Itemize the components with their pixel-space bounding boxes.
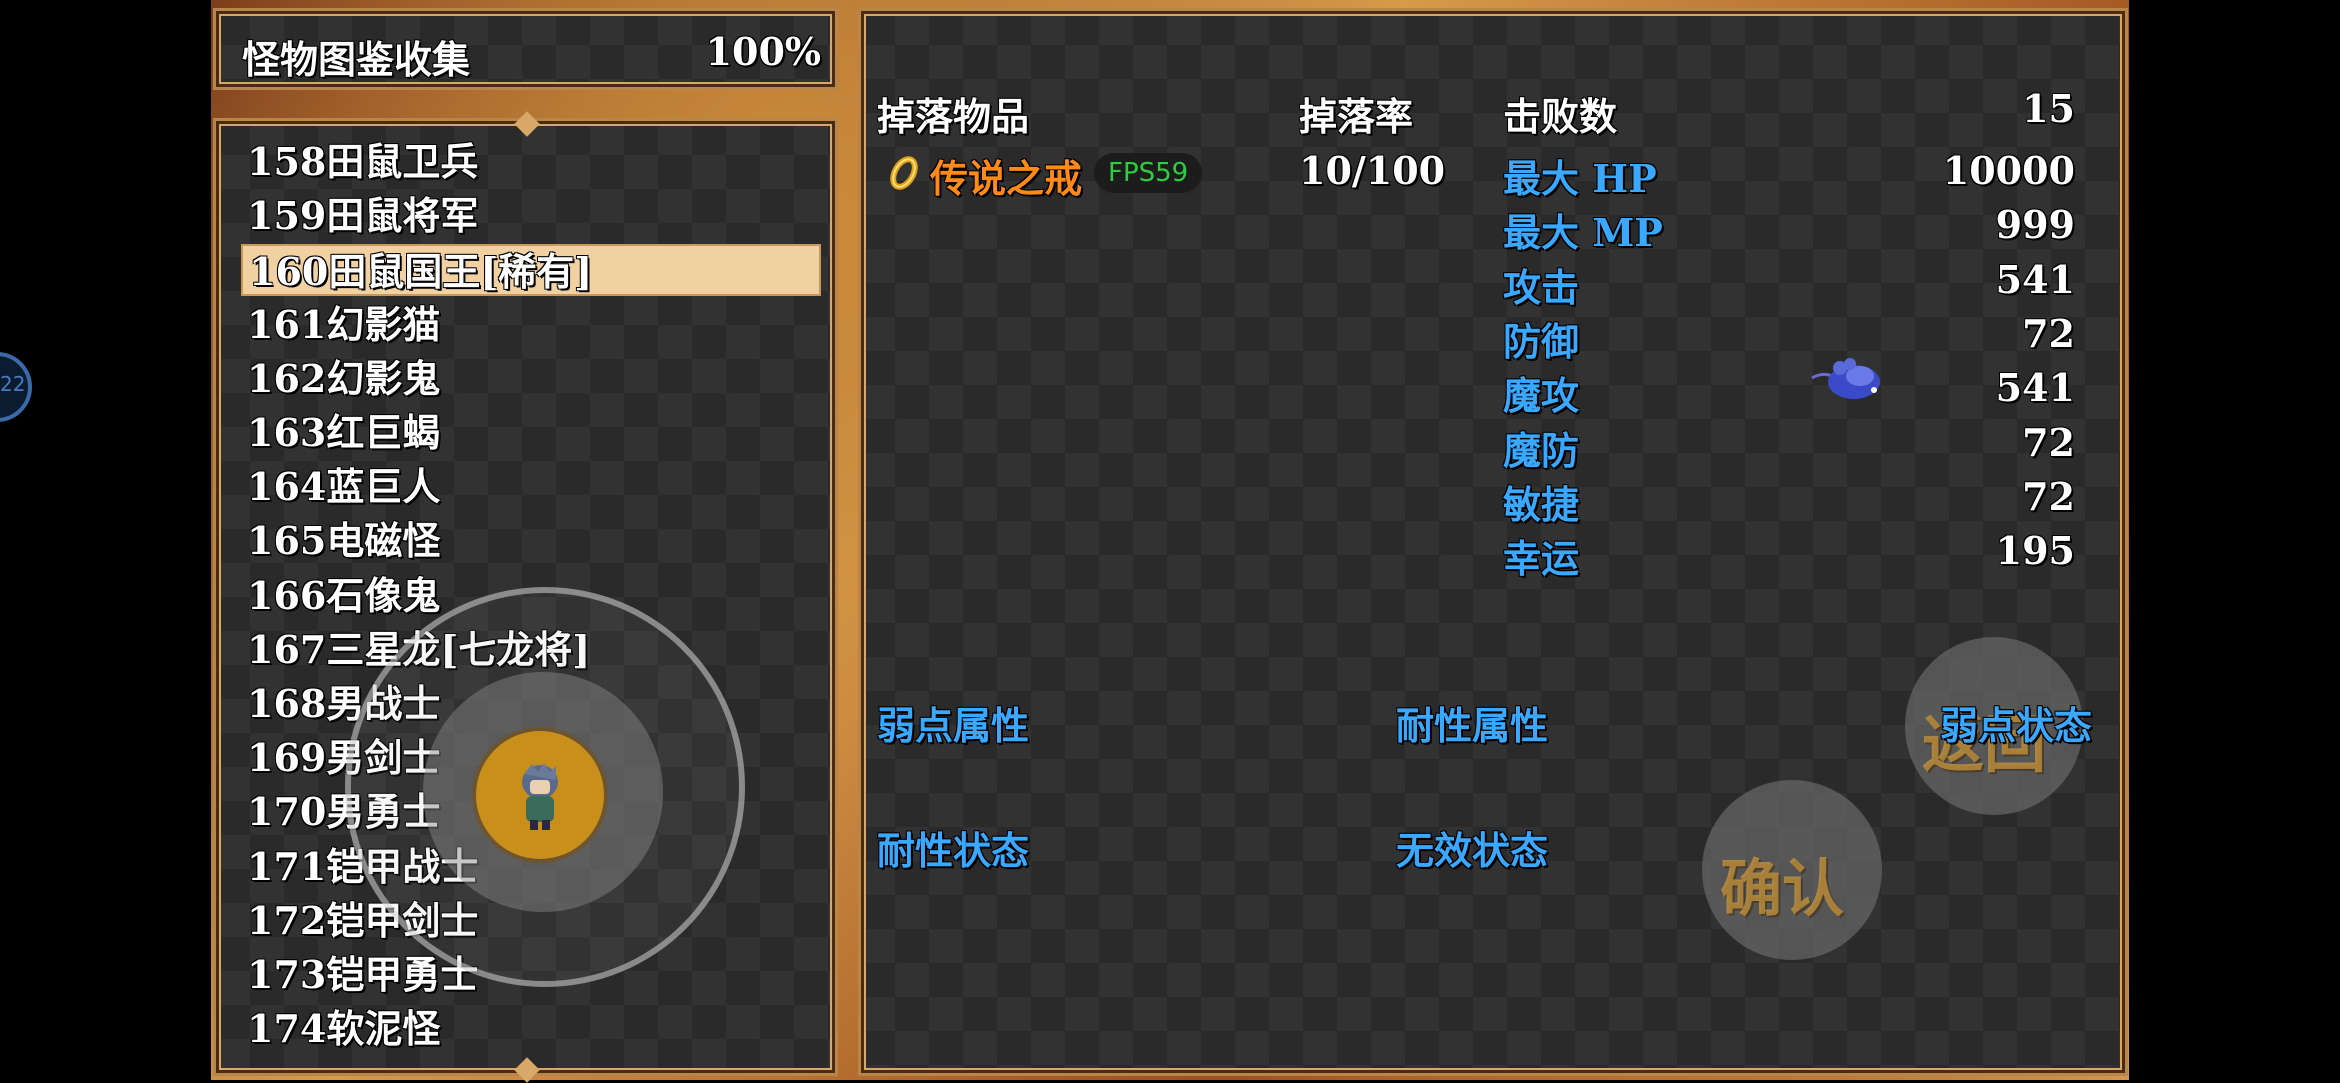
monster-list-item[interactable]: 162幻影鬼 <box>241 353 821 405</box>
collection-percent: 100% <box>705 29 821 74</box>
stat-value: 72 <box>2022 419 2075 465</box>
stat-label: 最大 MP <box>1503 210 1663 256</box>
ring-icon <box>890 156 918 190</box>
monster-list-item[interactable]: 164蓝巨人 <box>241 461 821 513</box>
monster-list-item[interactable]: 161幻影猫 <box>241 299 821 351</box>
stat-label: 最大 HP <box>1503 156 1657 201</box>
resist-element-label: 耐性属性 <box>1396 703 1549 748</box>
stat-value: 541 <box>1995 256 2075 302</box>
drop-rate-value: 10/100 <box>1299 148 1446 193</box>
stat-label: 魔攻 <box>1503 373 1580 419</box>
drop-rate-header: 掉落率 <box>1299 94 1414 139</box>
drop-items-header: 掉落物品 <box>877 94 1030 139</box>
stat-label: 幸运 <box>1503 536 1580 582</box>
monster-list-item-selected[interactable]: 160田鼠国王[稀有] <box>241 244 821 297</box>
stat-value: 195 <box>1995 528 2075 574</box>
player-character-icon <box>522 763 558 830</box>
stat-label: 敏捷 <box>1503 481 1580 527</box>
monster-list-item[interactable]: 174软泥怪 <box>241 1003 821 1055</box>
weak-element-label: 弱点属性 <box>877 703 1030 748</box>
monster-list-item[interactable]: 165电磁怪 <box>241 515 821 567</box>
monster-list-item[interactable]: 158田鼠卫兵 <box>241 136 821 188</box>
collection-header-window: 怪物图鉴收集 100% <box>213 8 838 90</box>
fps-counter: FPS59 <box>1094 153 1203 193</box>
collection-title: 怪物图鉴收集 <box>242 37 471 82</box>
stat-label: 魔防 <box>1503 427 1580 473</box>
drop-item-name: 传说之戒 <box>930 156 1083 201</box>
defeats-value: 15 <box>2022 86 2075 131</box>
stat-label: 攻击 <box>1503 264 1580 310</box>
weak-state-label: 弱点状态 <box>1940 703 2093 748</box>
stat-value: 999 <box>1995 202 2075 248</box>
monster-list-item[interactable]: 163红巨蝎 <box>241 407 821 459</box>
stat-value: 10000 <box>1942 148 2075 193</box>
defeats-label: 击败数 <box>1503 94 1618 139</box>
confirm-button-label: 确认 <box>1720 852 1845 925</box>
stat-value: 72 <box>2022 473 2075 519</box>
floating-assist-count: 22 <box>0 372 26 396</box>
immune-state-label: 无效状态 <box>1396 828 1549 873</box>
stat-label: 防御 <box>1503 318 1580 364</box>
monster-sprite-icon <box>1811 358 1880 399</box>
resist-state-label: 耐性状态 <box>877 828 1030 873</box>
monster-list-item[interactable]: 159田鼠将军 <box>241 190 821 242</box>
